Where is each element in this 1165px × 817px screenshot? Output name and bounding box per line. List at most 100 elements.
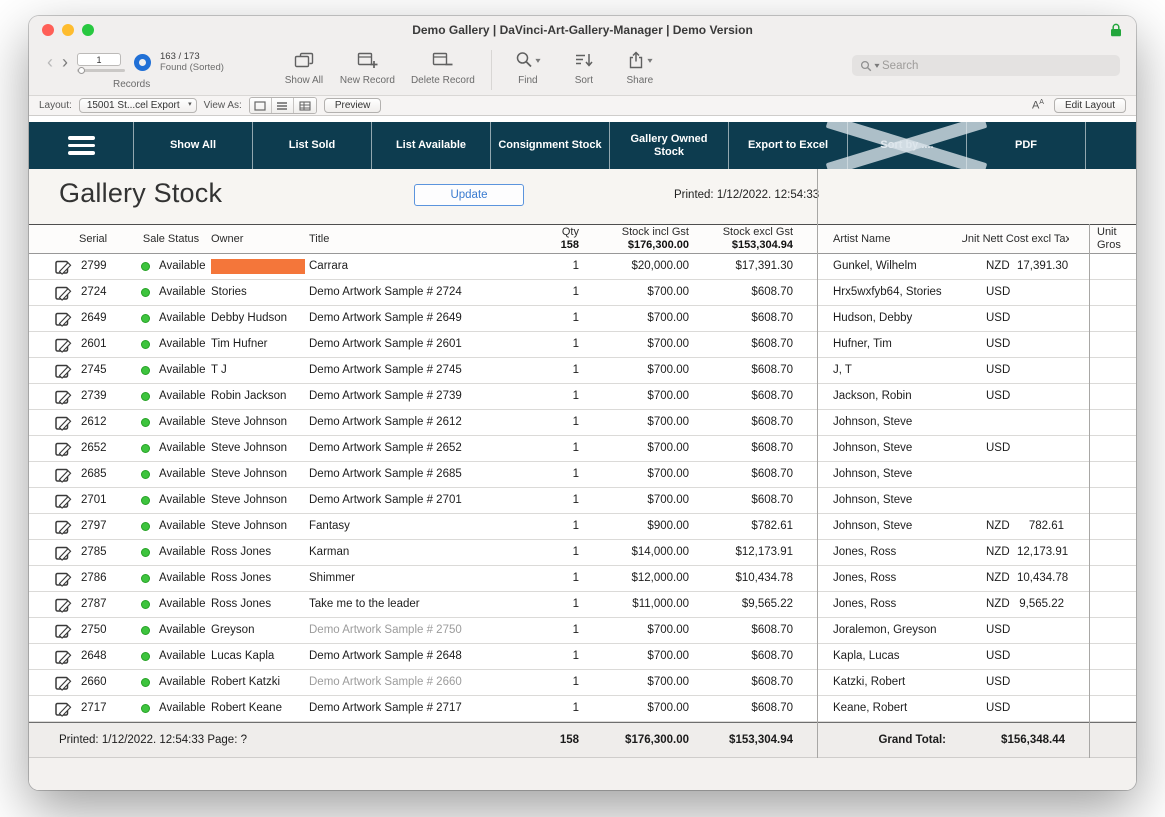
- row-artist: J, T: [817, 358, 962, 383]
- record-slider-track[interactable]: [77, 69, 125, 72]
- update-button[interactable]: Update: [414, 184, 524, 206]
- table-row[interactable]: 2717 Available Robert Keane Demo Artwork…: [29, 696, 1136, 722]
- current-record-field[interactable]: 1: [77, 53, 121, 66]
- table-row[interactable]: 2739 Available Robin Jackson Demo Artwor…: [29, 384, 1136, 410]
- row-title: Demo Artwork Sample # 2701: [307, 488, 557, 513]
- row-title: Demo Artwork Sample # 2612: [307, 410, 557, 435]
- table-row[interactable]: 2787 Available Ross Jones Take me to the…: [29, 592, 1136, 618]
- row-stock-excl: $608.70: [693, 280, 797, 305]
- nav-consignment-stock[interactable]: Consignment Stock: [490, 122, 609, 169]
- table-row[interactable]: 2724 Available Stories Demo Artwork Samp…: [29, 280, 1136, 306]
- table-view-button[interactable]: [294, 98, 316, 113]
- status-dot-icon: [141, 262, 150, 271]
- edit-record-icon[interactable]: [55, 259, 72, 275]
- nav-show-all[interactable]: Show All: [133, 122, 252, 169]
- row-serial: 2797: [77, 514, 135, 539]
- find-icon: ▾: [515, 49, 540, 71]
- col-title: Title: [307, 225, 557, 253]
- show-all-button[interactable]: Show All: [276, 49, 332, 86]
- row-artist: Johnson, Steve: [817, 514, 962, 539]
- search-input[interactable]: [882, 60, 1112, 72]
- table-row[interactable]: 2660 Available Robert Katzki Demo Artwor…: [29, 670, 1136, 696]
- find-button[interactable]: ▾ Find: [500, 49, 556, 86]
- edit-record-icon[interactable]: [55, 441, 72, 457]
- edit-record-icon[interactable]: [55, 675, 72, 691]
- new-record-button[interactable]: New Record: [332, 49, 403, 86]
- table-row[interactable]: 2685 Available Steve Johnson Demo Artwor…: [29, 462, 1136, 488]
- edit-record-icon[interactable]: [55, 285, 72, 301]
- status-label: Available: [159, 488, 205, 513]
- table-row[interactable]: 2797 Available Steve Johnson Fantasy 1 $…: [29, 514, 1136, 540]
- edit-record-icon[interactable]: [55, 337, 72, 353]
- layout-selector[interactable]: 15001 St...cel Export▾: [79, 98, 197, 113]
- status-dot-icon: [141, 652, 150, 661]
- status-dot-icon: [141, 288, 150, 297]
- nav-export-to-excel[interactable]: Export to Excel: [728, 122, 847, 169]
- next-record-button[interactable]: ›: [62, 52, 68, 72]
- edit-record-icon[interactable]: [55, 701, 72, 717]
- row-owner: Ross Jones: [207, 592, 307, 617]
- table-row[interactable]: 2612 Available Steve Johnson Demo Artwor…: [29, 410, 1136, 436]
- edit-record-icon[interactable]: [55, 363, 72, 379]
- edit-record-icon[interactable]: [55, 415, 72, 431]
- table-row[interactable]: 2652 Available Steve Johnson Demo Artwor…: [29, 436, 1136, 462]
- edit-record-icon[interactable]: [55, 623, 72, 639]
- share-button[interactable]: ▾ Share: [612, 49, 668, 86]
- form-view-button[interactable]: [250, 98, 272, 113]
- edit-record-icon[interactable]: [55, 519, 72, 535]
- row-sale-status: Available: [135, 280, 207, 305]
- menu-button[interactable]: [29, 122, 133, 169]
- table-row[interactable]: 2786 Available Ross Jones Shimmer 1 $12,…: [29, 566, 1136, 592]
- list-view-button[interactable]: [272, 98, 294, 113]
- nav-sort-by[interactable]: Sort by ....: [847, 122, 966, 169]
- sort-button[interactable]: Sort: [556, 49, 612, 86]
- table-row[interactable]: 2750 Available Greyson Demo Artwork Samp…: [29, 618, 1136, 644]
- delete-record-button[interactable]: Delete Record: [403, 49, 483, 86]
- status-dot-icon: [141, 392, 150, 401]
- nav-list-available[interactable]: List Available: [371, 122, 490, 169]
- row-unit-cost: 782.61: [1017, 514, 1069, 539]
- edit-record-icon[interactable]: [55, 545, 72, 561]
- record-slider[interactable]: 1: [77, 53, 125, 72]
- row-stock-incl: $700.00: [583, 280, 693, 305]
- row-artist: Joralemon, Greyson: [817, 618, 962, 643]
- table-row[interactable]: 2649 Available Debby Hudson Demo Artwork…: [29, 306, 1136, 332]
- nav-list-sold[interactable]: List Sold: [252, 122, 371, 169]
- table-row[interactable]: 2701 Available Steve Johnson Demo Artwor…: [29, 488, 1136, 514]
- nav-gallery-owned-stock[interactable]: Gallery Owned Stock: [609, 122, 728, 169]
- status-label: Available: [159, 540, 205, 565]
- found-set-pie-icon[interactable]: [134, 54, 151, 71]
- table-row[interactable]: 2785 Available Ross Jones Karman 1 $14,0…: [29, 540, 1136, 566]
- preview-button[interactable]: Preview: [324, 98, 382, 113]
- row-qty: 1: [557, 254, 583, 279]
- table-row[interactable]: 2601 Available Tim Hufner Demo Artwork S…: [29, 332, 1136, 358]
- row-stock-excl: $17,391.30: [693, 254, 797, 279]
- edit-record-icon[interactable]: [55, 311, 72, 327]
- row-stock-excl: $608.70: [693, 384, 797, 409]
- formatting-bar-toggle[interactable]: AA: [1032, 99, 1044, 112]
- previous-record-button[interactable]: ‹: [47, 52, 53, 72]
- table-row[interactable]: 2648 Available Lucas Kapla Demo Artwork …: [29, 644, 1136, 670]
- edit-layout-button[interactable]: Edit Layout: [1054, 98, 1126, 113]
- row-unit-cost: [1017, 332, 1069, 357]
- edit-record-icon[interactable]: [55, 649, 72, 665]
- table-row[interactable]: 2799 Available Carrara 1 $20,000.00 $17,…: [29, 254, 1136, 280]
- nav-pdf[interactable]: PDF: [966, 122, 1085, 169]
- zoom-window-button[interactable]: [82, 24, 94, 36]
- search-field[interactable]: ▾: [852, 55, 1120, 76]
- col-sale-status: Sale Status: [135, 225, 207, 253]
- row-stock-incl: $900.00: [583, 514, 693, 539]
- edit-record-icon[interactable]: [55, 493, 72, 509]
- table-footer: Printed: 1/12/2022. 12:54:33 Page: ? 158…: [29, 722, 1136, 758]
- edit-record-icon[interactable]: [55, 389, 72, 405]
- edit-record-icon[interactable]: [55, 467, 72, 483]
- edit-record-icon[interactable]: [55, 571, 72, 587]
- edit-record-icon[interactable]: [55, 597, 72, 613]
- table-row[interactable]: 2745 Available T J Demo Artwork Sample #…: [29, 358, 1136, 384]
- minimize-window-button[interactable]: [62, 24, 74, 36]
- status-dot-icon: [141, 678, 150, 687]
- record-slider-knob[interactable]: [78, 67, 85, 74]
- row-qty: 1: [557, 410, 583, 435]
- close-window-button[interactable]: [42, 24, 54, 36]
- row-qty: 1: [557, 280, 583, 305]
